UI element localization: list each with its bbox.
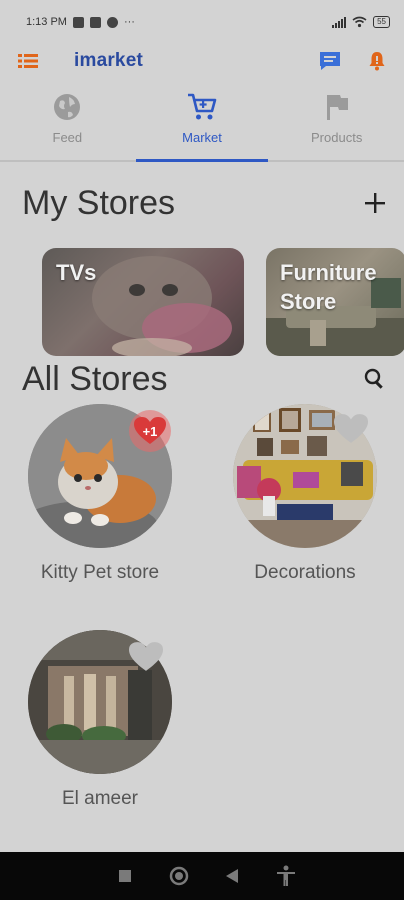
accessibility-button[interactable]: [276, 865, 296, 887]
my-stores-title: My Stores: [22, 183, 176, 222]
app-bar: imarket: [0, 44, 404, 78]
store-card-tvs-label: TVs: [56, 260, 97, 285]
chat-icon[interactable]: [318, 50, 342, 72]
cart-icon: [188, 93, 217, 120]
search-icon[interactable]: [364, 368, 386, 390]
my-stores-list: TVs Furniture Store: [42, 248, 404, 358]
more-notifications: ···: [123, 16, 135, 28]
store-name-kitty: Kitty Pet store: [40, 562, 160, 583]
store-item-kitty[interactable]: +1 Kitty Pet store: [25, 404, 175, 584]
plus-icon[interactable]: [364, 192, 386, 214]
sim-icon: [89, 16, 101, 28]
all-stores-header: All Stores: [22, 356, 386, 402]
status-left: 1:13 PM ···: [26, 16, 135, 28]
bell-icon[interactable]: [368, 51, 386, 71]
system-nav-bar: [0, 852, 404, 900]
status-right: 55: [332, 16, 390, 28]
tab-market[interactable]: Market: [135, 82, 270, 162]
store-card-tvs[interactable]: TVs: [42, 248, 244, 356]
flag-icon: [326, 95, 348, 120]
battery-icon: 55: [373, 16, 390, 28]
signal-icon: [332, 16, 347, 28]
list-icon[interactable]: [18, 52, 40, 70]
app-title: imarket: [74, 50, 143, 71]
all-stores-title: All Stores: [22, 359, 168, 398]
app-actions: [318, 50, 386, 72]
back-button[interactable]: [225, 868, 239, 884]
globe-icon: [54, 94, 81, 120]
status-bar: 1:13 PM ··· 55: [0, 0, 404, 44]
main-tabs: Feed Market Products: [0, 82, 404, 162]
my-stores-header: My Stores: [22, 180, 386, 226]
like-badge[interactable]: +1: [129, 410, 171, 452]
tab-market-label: Market: [182, 130, 222, 145]
tab-feed[interactable]: Feed: [0, 82, 135, 160]
store-card-furniture-label: Furniture Store: [280, 260, 377, 314]
like-count: +1: [142, 423, 158, 439]
status-time: 1:13 PM: [26, 16, 67, 28]
messenger-icon: [72, 16, 84, 28]
store-item-el-ameer[interactable]: El ameer: [25, 630, 175, 810]
wifi-icon: [352, 16, 367, 28]
heart-outline-icon[interactable]: [334, 414, 368, 444]
check-icon: [106, 16, 118, 28]
heart-outline-icon[interactable]: [129, 642, 163, 672]
home-button[interactable]: [169, 866, 189, 886]
tab-products[interactable]: Products: [269, 82, 404, 160]
store-card-furniture[interactable]: Furniture Store: [266, 248, 404, 356]
tab-feed-label: Feed: [52, 130, 83, 145]
store-name-decorations: Decorations: [254, 562, 356, 583]
store-name-el-ameer: El ameer: [61, 788, 139, 809]
tab-products-label: Products: [311, 130, 363, 145]
recents-button[interactable]: [118, 869, 132, 883]
store-item-decorations[interactable]: Decorations: [230, 404, 380, 584]
